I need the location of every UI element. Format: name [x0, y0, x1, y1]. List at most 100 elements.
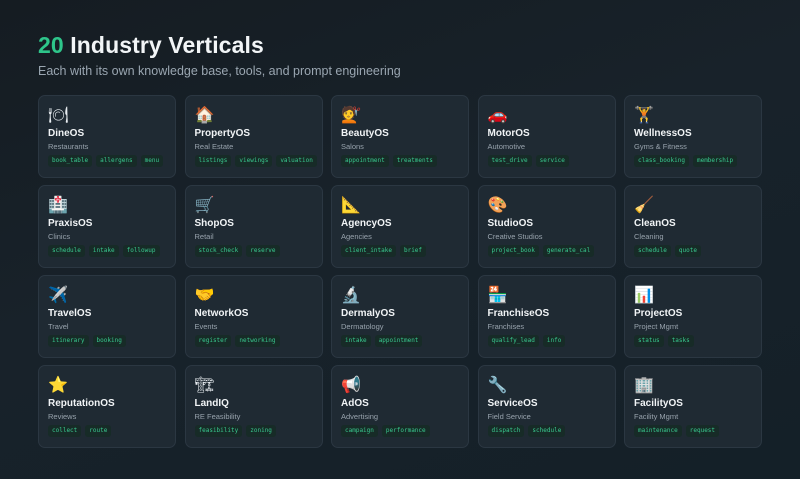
- tool-tag: followup: [122, 245, 160, 257]
- tool-tag: book_table: [48, 155, 93, 167]
- tool-tag: performance: [381, 425, 430, 437]
- vertical-card[interactable]: 📐 AgencyOS Agencies client_intake brief: [331, 185, 469, 268]
- tool-tags: book_table allergens menu: [48, 155, 164, 167]
- vertical-card[interactable]: 🧹 CleanOS Cleaning schedule quote: [624, 185, 762, 268]
- tool-tag: brief: [399, 245, 427, 257]
- vertical-category: Gyms & Fitness: [634, 142, 687, 151]
- tool-tags: feasibility zoning: [194, 425, 276, 437]
- vertical-name: AgencyOS: [341, 218, 392, 229]
- tool-tags: stock_check reserve: [194, 245, 280, 257]
- vertical-category: Retail: [194, 232, 214, 241]
- vertical-name: NetworkOS: [194, 308, 249, 319]
- vertical-card[interactable]: 🏠 PropertyOS Real Estate listings viewings va…: [184, 95, 323, 178]
- tool-tags: register networking: [194, 335, 280, 347]
- tool-tags: project_book generate_cal: [487, 245, 595, 257]
- vertical-card[interactable]: 💇 BeautyOS Salons appointment treatments: [331, 95, 469, 178]
- tool-tag: allergens: [96, 155, 137, 167]
- vertical-card[interactable]: 🔬 DermalyOS Dermatology intake appointment: [331, 275, 469, 358]
- tool-tag: qualify_lead: [487, 335, 539, 347]
- tool-tag: membership: [692, 155, 738, 167]
- vertical-name: WellnessOS: [634, 128, 692, 139]
- vertical-category: Field Service: [487, 412, 531, 421]
- vertical-card[interactable]: 🏋 WellnessOS Gyms & Fitness class_booking me…: [624, 95, 762, 178]
- tool-tag: register: [194, 335, 232, 347]
- page-subtitle: Each with its own knowledge base, tools,…: [38, 64, 401, 78]
- tool-tags: schedule intake followup: [48, 245, 160, 257]
- vertical-name: ShopOS: [194, 218, 234, 229]
- tool-tag: test_drive: [487, 155, 532, 167]
- tool-tag: treatments: [392, 155, 437, 167]
- tool-tag: intake: [88, 245, 119, 257]
- tool-tag: status: [634, 335, 664, 347]
- vertical-card[interactable]: 🚗 MotorOS Automotive test_drive service: [477, 95, 616, 178]
- tool-tag: feasibility: [194, 425, 243, 437]
- tool-tag: campaign: [341, 425, 378, 437]
- vertical-card[interactable]: 🏢 FacilityOS Facility Mgmt maintenance reque…: [624, 365, 762, 448]
- tool-tags: listings viewings valuation: [194, 155, 317, 167]
- vertical-name: FacilityOS: [634, 398, 683, 409]
- vertical-card[interactable]: 🍽 DineOS Restaurants book_table allergens men…: [38, 95, 176, 178]
- vertical-category: Clinics: [48, 232, 71, 241]
- tool-tags: qualify_lead info: [487, 335, 566, 347]
- hospital-icon: 🏥: [48, 195, 68, 214]
- tool-tag: valuation: [276, 155, 317, 167]
- vertical-category: Franchises: [487, 322, 525, 331]
- page-title-text: Industry Verticals: [70, 32, 264, 58]
- tool-tag: class_booking: [634, 155, 689, 167]
- vertical-name: BeautyOS: [341, 128, 389, 139]
- bar-chart-icon: 📊: [634, 285, 654, 304]
- tool-tag: maintenance: [634, 425, 682, 437]
- vertical-name: DermalyOS: [341, 308, 395, 319]
- tool-tag: service: [535, 155, 569, 167]
- vertical-category: Agencies: [341, 232, 372, 241]
- vertical-card[interactable]: 🏥 PraxisOS Clinics schedule intake followup: [38, 185, 176, 268]
- vertical-category: Reviews: [48, 412, 77, 421]
- tool-tags: itinerary booking: [48, 335, 126, 347]
- vertical-category: Travel: [48, 322, 69, 331]
- tool-tags: appointment treatments: [341, 155, 437, 167]
- tool-tag: quote: [674, 245, 701, 257]
- vertical-card[interactable]: 🎨 StudioOS Creative Studios project_book gen…: [477, 185, 616, 268]
- tool-tag: stock_check: [194, 245, 243, 257]
- tool-tag: reserve: [246, 245, 280, 257]
- vertical-card[interactable]: 🔧 ServiceOS Field Service dispatch schedule: [477, 365, 616, 448]
- tool-tag: listings: [194, 155, 232, 167]
- verticals-grid: 🍽 DineOS Restaurants book_table allergens men…: [38, 95, 762, 448]
- palette-icon: 🎨: [487, 195, 508, 214]
- airplane-icon: ✈️: [48, 285, 68, 304]
- broom-icon: 🧹: [634, 195, 654, 214]
- vertical-card[interactable]: 🛒 ShopOS Retail stock_check reserve: [184, 185, 323, 268]
- vertical-card[interactable]: 📊 ProjectOS Project Mgmt status tasks: [624, 275, 762, 358]
- tool-tag: tasks: [667, 335, 694, 347]
- tool-tags: schedule quote: [634, 245, 701, 257]
- tool-tag: generate_cal: [542, 245, 595, 257]
- tool-tag: networking: [235, 335, 280, 347]
- vertical-category: RE Feasibility: [194, 412, 241, 421]
- vertical-category: Cleaning: [634, 232, 664, 241]
- tool-tag: intake: [341, 335, 371, 347]
- vertical-category: Creative Studios: [487, 232, 543, 241]
- tool-tag: dispatch: [487, 425, 525, 437]
- vertical-category: Real Estate: [194, 142, 234, 151]
- vertical-category: Salons: [341, 142, 364, 151]
- vertical-card[interactable]: ✈️ TravelOS Travel itinerary booking: [38, 275, 176, 358]
- vertical-category: Automotive: [487, 142, 526, 151]
- tool-tag: itinerary: [48, 335, 89, 347]
- store-icon: 🏪: [487, 285, 508, 304]
- tool-tag: appointment: [341, 155, 389, 167]
- vertical-count: 20: [38, 32, 64, 58]
- tool-tags: test_drive service: [487, 155, 569, 167]
- tool-tag: collect: [48, 425, 82, 437]
- vertical-name: FranchiseOS: [487, 308, 550, 319]
- vertical-card[interactable]: 🏪 FranchiseOS Franchises qualify_lead info: [477, 275, 616, 358]
- tool-tag: info: [542, 335, 566, 347]
- house-icon: 🏠: [194, 105, 215, 124]
- vertical-card[interactable]: 🤝 NetworkOS Events register networking: [184, 275, 323, 358]
- vertical-name: AdOS: [341, 398, 369, 409]
- vertical-name: TravelOS: [48, 308, 92, 319]
- vertical-name: MotorOS: [487, 128, 530, 139]
- vertical-card[interactable]: 🏗 LandIQ RE Feasibility feasibility zoning: [184, 365, 323, 448]
- vertical-card[interactable]: 📢 AdOS Advertising campaign performance: [331, 365, 469, 448]
- construction-icon: 🏗: [194, 375, 215, 394]
- vertical-card[interactable]: ⭐ ReputationOS Reviews collect route: [38, 365, 176, 448]
